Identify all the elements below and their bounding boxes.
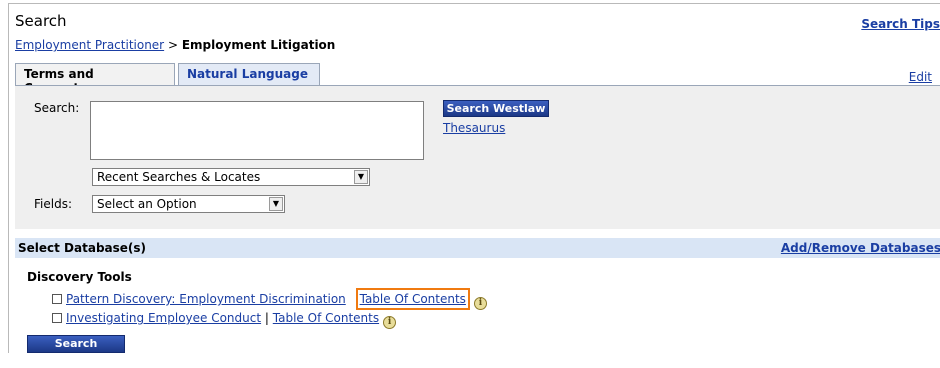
tab-natural-language[interactable]: Natural Language	[178, 63, 320, 85]
database-link-pattern-discovery[interactable]: Pattern Discovery: Employment Discrimina…	[66, 292, 346, 306]
search-westlaw-button[interactable]: Search Westlaw	[443, 100, 549, 117]
add-remove-databases-link[interactable]: Add/Remove Databases	[781, 241, 940, 255]
search-label: Search:	[34, 101, 80, 115]
info-icon[interactable]: i	[383, 316, 397, 329]
search-query-textarea[interactable]	[90, 101, 424, 160]
fields-label: Fields:	[34, 197, 72, 211]
discovery-tools-heading: Discovery Tools	[27, 270, 132, 284]
search-tips-link[interactable]: Search Tips	[861, 17, 940, 31]
thesaurus-link[interactable]: Thesaurus	[443, 121, 505, 135]
select-databases-heading: Select Database(s)	[18, 241, 147, 255]
tab-terms-and-connectors[interactable]: Terms and Connectors	[15, 63, 175, 95]
select-databases-bar: Select Database(s) Add/Remove Databases	[15, 238, 940, 258]
breadcrumb-current: Employment Litigation	[181, 38, 336, 52]
item-separator: |	[264, 311, 269, 325]
recent-searches-select[interactable]: Recent Searches & Locates ▼	[92, 168, 370, 186]
database-checkbox[interactable]	[52, 294, 62, 304]
search-page: Search Search Tips Employment Practition…	[8, 3, 940, 366]
search-panel: Search: Search Westlaw Thesaurus Recent …	[15, 85, 940, 229]
breadcrumb-separator: >	[167, 38, 179, 52]
chevron-down-icon[interactable]: ▼	[354, 170, 368, 184]
chevron-down-icon[interactable]: ▼	[269, 197, 283, 211]
info-icon[interactable]: i	[473, 297, 487, 310]
database-link-investigating-employee-conduct[interactable]: Investigating Employee Conduct	[66, 311, 261, 325]
recent-searches-value: Recent Searches & Locates	[97, 170, 261, 184]
edit-link[interactable]: Edit	[909, 70, 932, 84]
fields-select[interactable]: Select an Option ▼	[92, 195, 285, 213]
page-title: Search	[15, 12, 67, 30]
list-item: Pattern Discovery: Employment Discrimina…	[52, 288, 487, 310]
list-item: Investigating Employee Conduct | Table O…	[52, 311, 397, 329]
fields-select-value: Select an Option	[97, 197, 197, 211]
breadcrumb: Employment Practitioner > Employment Lit…	[15, 38, 335, 52]
search-westlaw-bottom-button[interactable]: Search Westlaw	[27, 335, 125, 366]
table-of-contents-link[interactable]: Table Of Contents	[355, 288, 470, 310]
database-checkbox[interactable]	[52, 313, 62, 323]
table-of-contents-link[interactable]: Table Of Contents	[273, 311, 379, 325]
breadcrumb-parent-link[interactable]: Employment Practitioner	[15, 38, 164, 52]
